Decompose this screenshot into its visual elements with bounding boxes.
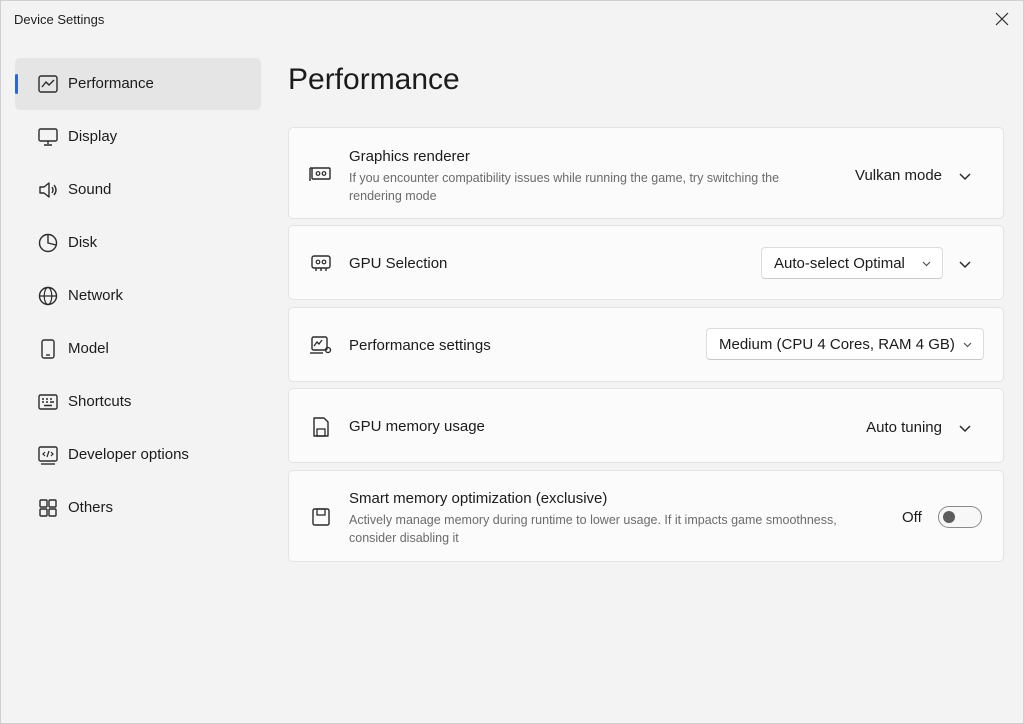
sidebar-item-model[interactable]: Model (15, 323, 261, 375)
gpu-chip-icon (309, 251, 333, 275)
performance-settings-dropdown[interactable]: Medium (CPU 4 Cores, RAM 4 GB) (706, 328, 984, 360)
setting-card-gpu-memory-usage: GPU memory usage Auto tuning (288, 388, 1004, 463)
smart-memory-toggle[interactable] (938, 506, 982, 528)
page-title: Performance (288, 63, 460, 96)
gpu-selection-dropdown[interactable]: Auto-select Optimal (761, 247, 943, 279)
setting-title: Performance settings (349, 337, 491, 354)
setting-card-graphics-renderer: Graphics renderer If you encounter compa… (288, 127, 1004, 219)
dropdown-selected-value: Auto-select Optimal (774, 255, 905, 272)
keyboard-icon (37, 391, 59, 413)
chevron-down-icon[interactable] (957, 420, 973, 436)
setting-title: GPU memory usage (349, 418, 485, 435)
sidebar-item-label: Disk (68, 234, 98, 251)
globe-icon (37, 285, 59, 307)
chevron-down-icon[interactable] (957, 256, 973, 272)
sidebar-item-label: Network (68, 287, 124, 304)
sidebar-item-shortcuts[interactable]: Shortcuts (15, 376, 261, 428)
setting-title: Graphics renderer (349, 148, 470, 165)
sidebar-item-sound[interactable]: Sound (15, 164, 261, 216)
dropdown-selected-value: Medium (CPU 4 Cores, RAM 4 GB) (719, 336, 955, 353)
sidebar-item-disk[interactable]: Disk (15, 217, 261, 269)
sidebar-item-label: Performance (68, 75, 154, 92)
phone-icon (37, 338, 59, 360)
close-button[interactable] (987, 5, 1017, 33)
sidebar: Performance Display Sound Disk Network M… (15, 58, 261, 535)
setting-card-gpu-selection: GPU Selection Auto-select Optimal (288, 225, 1004, 300)
chart-line-icon (37, 73, 59, 95)
save-memory-icon (309, 505, 333, 529)
sidebar-item-developer-options[interactable]: Developer options (15, 429, 261, 481)
close-icon (995, 12, 1009, 26)
sidebar-item-others[interactable]: Others (15, 482, 261, 534)
toggle-knob (943, 511, 955, 523)
sidebar-item-label: Display (68, 128, 118, 145)
gpu-card-icon (309, 162, 333, 186)
pie-chart-icon (37, 232, 59, 254)
code-window-icon (37, 444, 59, 466)
setting-card-performance-settings: Performance settings Medium (CPU 4 Cores… (288, 307, 1004, 382)
chevron-down-icon (921, 258, 932, 269)
chevron-down-icon[interactable] (957, 168, 973, 184)
speaker-icon (37, 179, 59, 201)
memory-card-icon (309, 415, 333, 439)
setting-description: Actively manage memory during runtime to… (349, 513, 837, 545)
sidebar-item-performance[interactable]: Performance (15, 58, 261, 110)
device-settings-window: Device Settings Performance Display Soun… (0, 0, 1024, 724)
sidebar-item-label: Others (68, 499, 114, 516)
sidebar-item-label: Shortcuts (68, 393, 132, 410)
setting-title: GPU Selection (349, 255, 448, 272)
sidebar-item-network[interactable]: Network (15, 270, 261, 322)
chevron-down-icon (962, 339, 973, 350)
sidebar-item-label: Model (68, 340, 109, 357)
toggle-state-label: Off (902, 509, 922, 526)
title-bar: Device Settings (1, 1, 1023, 37)
monitor-icon (37, 126, 59, 148)
performance-gear-icon (309, 333, 333, 357)
memory-usage-value[interactable]: Auto tuning (866, 419, 942, 436)
setting-description: If you encounter compatibility issues wh… (349, 171, 780, 203)
grid-icon (37, 497, 59, 519)
sidebar-item-display[interactable]: Display (15, 111, 261, 163)
window-title: Device Settings (14, 12, 105, 27)
setting-title: Smart memory optimization (exclusive) (349, 490, 608, 507)
setting-card-smart-memory-optimization: Smart memory optimization (exclusive) Ac… (288, 470, 1004, 562)
renderer-value[interactable]: Vulkan mode (855, 167, 942, 184)
sidebar-item-label: Sound (68, 181, 112, 198)
sidebar-item-label: Developer options (68, 446, 189, 463)
